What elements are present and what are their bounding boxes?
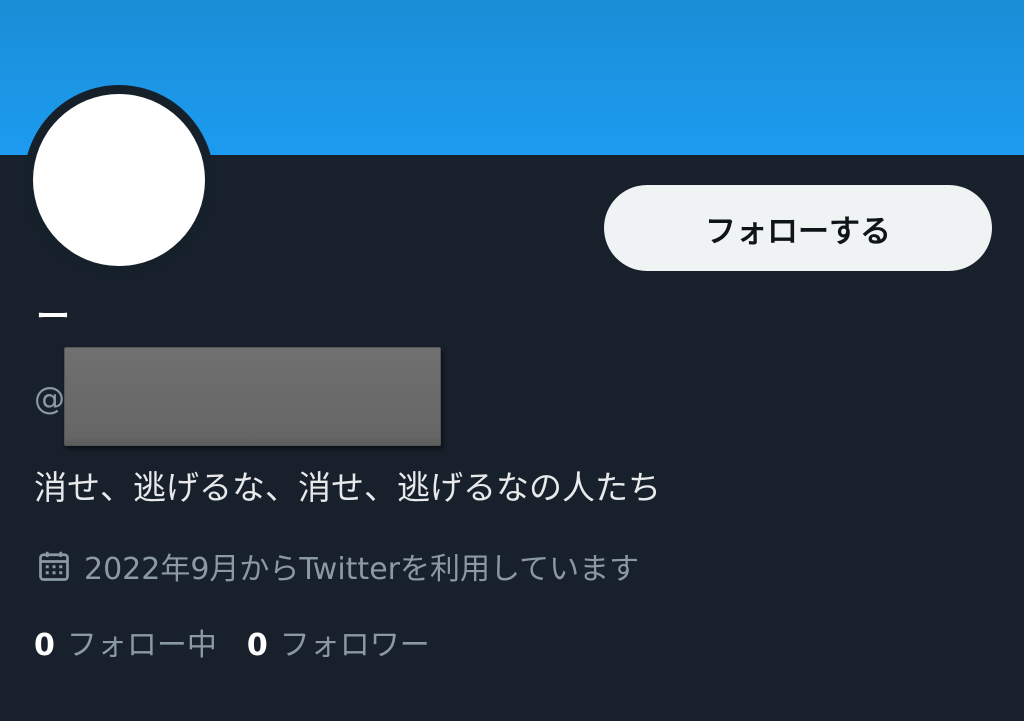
redaction-box	[64, 347, 441, 446]
following-label: フォロー中	[66, 628, 217, 663]
display-name: ー	[36, 297, 70, 337]
following-link[interactable]: 0 フォロー中	[34, 620, 217, 664]
handle: @	[34, 381, 65, 417]
calendar-icon	[39, 551, 69, 581]
joined-date: 2022年9月からTwitterを利用しています	[36, 544, 639, 588]
joined-text: 2022年9月からTwitterを利用しています	[84, 552, 640, 587]
followers-link[interactable]: 0 フォロワー	[247, 620, 430, 664]
followers-label: フォロワー	[279, 628, 430, 663]
avatar[interactable]	[33, 94, 205, 266]
following-count: 0	[34, 628, 55, 663]
bio: 消せ、逃げるな、消せ、逃げるなの人たち	[34, 468, 661, 507]
follow-stats: 0 フォロー中 0 フォロワー	[34, 620, 460, 664]
followers-count: 0	[246, 628, 268, 663]
follow-button[interactable]: フォローする	[604, 185, 992, 271]
